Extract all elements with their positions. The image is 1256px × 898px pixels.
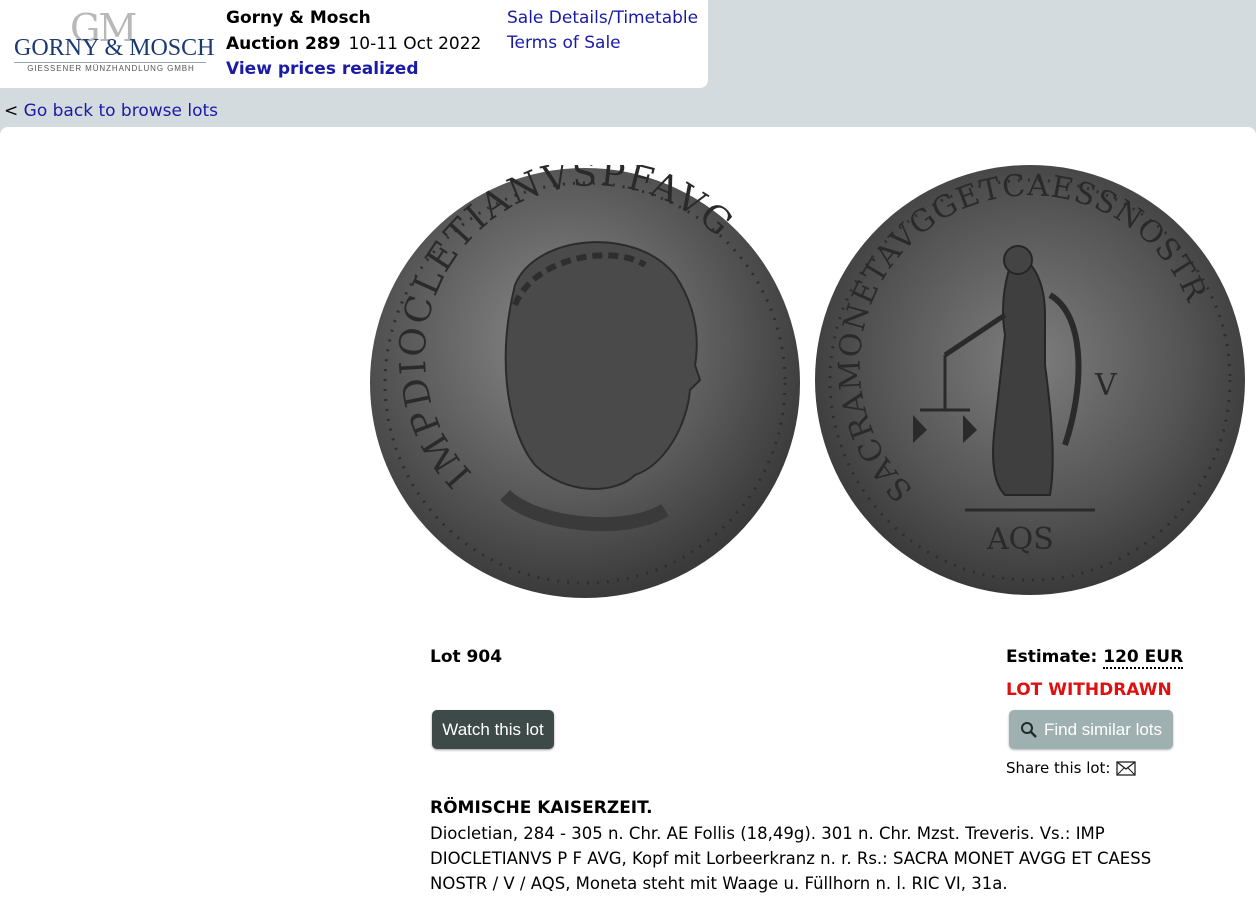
lot-detail-panel: IMPDIOCLETIANVSPFAVG SACRAMONETAVGGETCAE… — [0, 127, 1256, 898]
reverse-field-mark: V — [1094, 368, 1118, 403]
reverse-coin: SACRAMONETAVGGETCAESSNOSTR V AQS — [815, 165, 1245, 595]
coin-images[interactable]: IMPDIOCLETIANVSPFAVG SACRAMONETAVGGETCAE… — [365, 165, 1245, 605]
share-lot: Share this lot: — [1006, 759, 1137, 777]
logo-tagline: GIESSENER MÜNZHANDLUNG GMBH — [27, 64, 195, 73]
back-to-lots-link[interactable]: Go back to browse lots — [24, 101, 218, 121]
auction-header-card: GM GORNY & MOSCH GIESSENER MÜNZHANDLUNG … — [0, 0, 708, 88]
lot-description: Diocletian, 284 - 305 n. Chr. AE Follis … — [430, 824, 1152, 893]
watch-lot-button[interactable]: Watch this lot — [432, 710, 554, 749]
estimate: Estimate: 120 EUR — [1006, 647, 1184, 669]
share-label: Share this lot: — [1006, 759, 1111, 777]
sale-details-link[interactable]: Sale Details/Timetable — [507, 8, 698, 28]
breadcrumb: < Go back to browse lots — [4, 101, 218, 121]
logo-name: GORNY & MOSCH — [14, 35, 215, 61]
reverse-exergue: AQS — [986, 522, 1054, 557]
lot-status: LOT WITHDRAWN — [1006, 680, 1172, 700]
find-similar-label: Find similar lots — [1043, 719, 1163, 739]
obverse-coin: IMPDIOCLETIANVSPFAVG — [370, 165, 800, 598]
envelope-icon[interactable] — [1116, 760, 1137, 776]
lot-category: RÖMISCHE KAISERZEIT. — [430, 798, 653, 818]
estimate-value[interactable]: 120 EUR — [1103, 647, 1184, 669]
terms-of-sale-link[interactable]: Terms of Sale — [507, 33, 621, 53]
magnifier-icon — [1020, 721, 1037, 738]
auction-info: Auction 289 10-11 Oct 2022 — [226, 34, 481, 54]
lot-number: Lot 904 — [430, 647, 503, 667]
logo-divider — [14, 62, 206, 63]
auction-number: Auction 289 — [226, 34, 341, 54]
view-prices-link[interactable]: View prices realized — [226, 59, 419, 79]
auction-date: 10-11 Oct 2022 — [348, 34, 482, 54]
estimate-label: Estimate: — [1006, 647, 1098, 667]
find-similar-lots-button[interactable]: Find similar lots — [1009, 710, 1173, 749]
auction-house-name: Gorny & Mosch — [226, 8, 371, 28]
back-chevron: < — [4, 101, 19, 121]
gorny-mosch-logo[interactable]: GM GORNY & MOSCH GIESSENER MÜNZHANDLUNG … — [12, 6, 215, 78]
